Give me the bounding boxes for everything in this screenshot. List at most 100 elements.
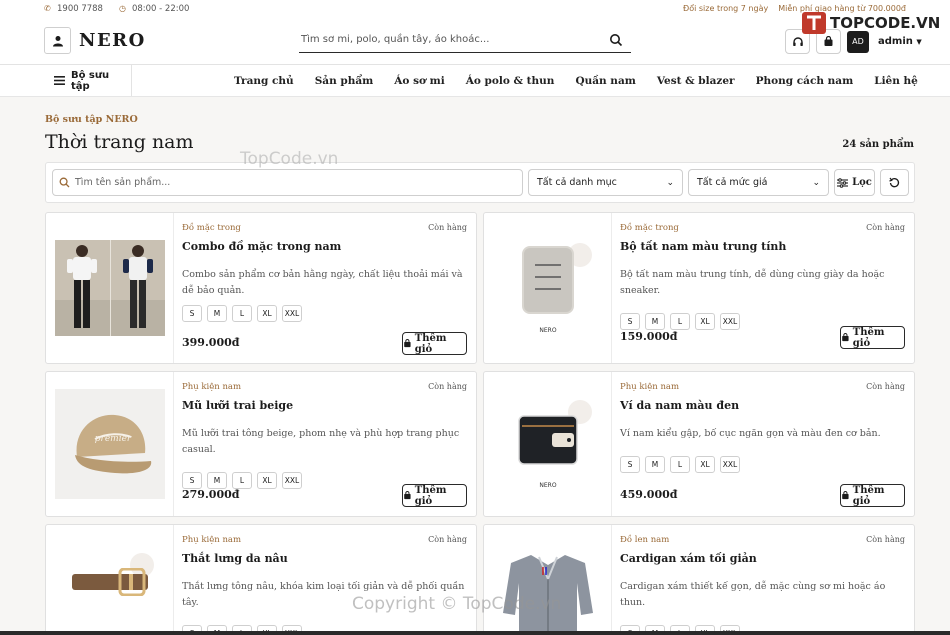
category-select[interactable]: Tất cả danh mục ⌄ xyxy=(528,169,683,196)
product-image[interactable] xyxy=(46,525,174,635)
size-option[interactable]: M xyxy=(207,305,227,322)
avatar[interactable]: AD xyxy=(847,30,869,53)
nav-item-polo[interactable]: Áo polo & thun xyxy=(466,75,555,87)
product-name[interactable]: Thắt lưng da nâu xyxy=(182,552,467,565)
size-option[interactable]: XL xyxy=(257,472,277,489)
product-name[interactable]: Combo đồ mặc trong nam xyxy=(182,240,467,253)
bag-icon xyxy=(404,339,411,348)
product-category: Phụ kiện nam xyxy=(182,535,242,545)
size-option[interactable]: L xyxy=(232,305,252,322)
size-option[interactable]: S xyxy=(182,472,202,489)
sliders-icon xyxy=(837,177,849,188)
product-card[interactable]: NERO Đồ mặc trong Còn hàng Bộ tất nam mà… xyxy=(483,212,915,364)
product-name[interactable]: Cardigan xám tối giản xyxy=(620,552,905,565)
stock-badge: Còn hàng xyxy=(428,535,467,544)
search-icon[interactable] xyxy=(609,33,623,47)
add-to-cart-button[interactable]: Thêm giỏ xyxy=(402,484,467,507)
size-option[interactable]: S xyxy=(620,313,640,330)
product-image-label: NERO xyxy=(539,327,557,334)
breadcrumb[interactable]: Bộ sưu tập NERO xyxy=(45,114,138,125)
search-input[interactable]: Tìm sơ mi, polo, quần tây, áo khoác... xyxy=(299,34,609,45)
size-option[interactable]: XL xyxy=(695,313,715,330)
size-option[interactable]: XXL xyxy=(282,472,302,489)
filter-bar: Tìm tên sản phẩm... Tất cả danh mục ⌄ Tấ… xyxy=(45,162,915,203)
nav-item-vest[interactable]: Vest & blazer xyxy=(657,75,735,87)
phone-info[interactable]: ✆ 1900 7788 xyxy=(44,4,103,14)
filter-button[interactable]: Lọc xyxy=(834,169,875,196)
cardigan-photo-icon xyxy=(492,543,603,635)
price-select[interactable]: Tất cả mức giá ⌄ xyxy=(688,169,829,196)
product-image[interactable]: NERO xyxy=(484,372,612,516)
size-option[interactable]: XXL xyxy=(720,313,740,330)
user-logo-icon xyxy=(44,27,71,54)
size-option[interactable]: XL xyxy=(695,456,715,473)
hours-info: ◷ 08:00 - 22:00 xyxy=(119,4,189,14)
belt-icon xyxy=(71,568,148,596)
product-image[interactable]: NERO xyxy=(484,213,612,363)
product-name[interactable]: Ví da nam màu đen xyxy=(620,399,905,412)
size-option[interactable]: XL xyxy=(257,305,277,322)
nav-item-trousers[interactable]: Quần nam xyxy=(575,75,635,87)
caret-down-icon: ▼ xyxy=(916,38,922,46)
product-category: Phụ kiện nam xyxy=(620,382,680,392)
size-option[interactable]: L xyxy=(670,456,690,473)
collection-menu-button[interactable]: Bộ sưu tập xyxy=(44,65,132,96)
size-option[interactable]: S xyxy=(182,305,202,322)
product-card[interactable]: premier Phụ kiện nam Còn hàng Mũ lưỡi tr… xyxy=(45,371,477,517)
size-option[interactable]: XXL xyxy=(720,456,740,473)
size-option[interactable]: XXL xyxy=(282,305,302,322)
product-card[interactable]: Phụ kiện nam Còn hàng Thắt lưng da nâu T… xyxy=(45,524,477,635)
price-select-value: Tất cả mức giá xyxy=(697,177,768,188)
bag-icon xyxy=(842,333,849,342)
nav-item-shirts[interactable]: Áo sơ mi xyxy=(394,75,444,87)
site-header: NERO Tìm sơ mi, polo, quần tây, áo khoác… xyxy=(0,17,950,65)
size-option[interactable]: L xyxy=(670,313,690,330)
search-icon xyxy=(59,177,70,188)
size-option[interactable]: S xyxy=(620,456,640,473)
product-image[interactable]: premier xyxy=(46,372,174,516)
product-description: Bộ tất nam màu trung tính, dễ dùng cùng … xyxy=(620,269,885,296)
cap-photo-icon: premier xyxy=(54,389,165,499)
product-card[interactable]: Đồ len nam Còn hàng Cardigan xám tối giả… xyxy=(483,524,915,635)
stock-badge: Còn hàng xyxy=(428,223,467,232)
product-count: 24 sản phẩm xyxy=(842,139,914,150)
bag-icon xyxy=(842,491,849,500)
bag-icon xyxy=(404,491,411,500)
add-to-cart-label: Thêm giỏ xyxy=(414,484,447,507)
add-to-cart-button[interactable]: Thêm giỏ xyxy=(402,332,467,355)
nav-item-home[interactable]: Trang chủ xyxy=(234,75,294,87)
wallet-icon xyxy=(517,415,578,465)
category-select-value: Tất cả danh mục xyxy=(537,177,617,188)
username-dropdown[interactable]: admin ▼ xyxy=(878,36,922,47)
add-to-cart-button[interactable]: Thêm giỏ xyxy=(840,484,905,507)
product-name[interactable]: Mũ lưỡi trai beige xyxy=(182,399,467,412)
size-option[interactable]: M xyxy=(207,472,227,489)
page-title: Thời trang nam xyxy=(45,131,194,153)
nav-item-contact[interactable]: Liên hệ xyxy=(874,75,918,87)
size-options: S M L XL XXL xyxy=(620,456,905,473)
cart-button[interactable] xyxy=(816,29,841,54)
stock-badge: Còn hàng xyxy=(866,382,905,391)
product-image[interactable] xyxy=(46,213,174,363)
headset-icon xyxy=(792,36,803,46)
clock-icon: ◷ xyxy=(118,3,126,13)
header-search[interactable]: Tìm sơ mi, polo, quần tây, áo khoác... xyxy=(299,27,631,53)
product-name[interactable]: Bộ tất nam màu trung tính xyxy=(620,240,905,253)
product-category: Đồ len nam xyxy=(620,535,670,545)
nav-item-products[interactable]: Sản phẩm xyxy=(315,75,374,87)
support-button[interactable] xyxy=(785,29,810,54)
nav-item-style[interactable]: Phong cách nam xyxy=(756,75,854,87)
size-option[interactable]: M xyxy=(645,456,665,473)
main-nav: Bộ sưu tập Trang chủ Sản phẩm Áo sơ mi Á… xyxy=(0,65,950,97)
product-image[interactable] xyxy=(484,525,612,635)
size-option[interactable]: L xyxy=(232,472,252,489)
product-description: Combo sản phẩm cơ bản hằng ngày, chất li… xyxy=(182,269,463,296)
product-search-input[interactable]: Tìm tên sản phẩm... xyxy=(52,169,523,196)
product-image-label: NERO xyxy=(539,482,557,489)
add-to-cart-button[interactable]: Thêm giỏ xyxy=(840,326,905,349)
size-option[interactable]: M xyxy=(645,313,665,330)
product-card[interactable]: Đồ mặc trong Còn hàng Combo đồ mặc trong… xyxy=(45,212,477,364)
product-card[interactable]: NERO Phụ kiện nam Còn hàng Ví da nam màu… xyxy=(483,371,915,517)
brand-logo[interactable]: NERO xyxy=(44,27,146,54)
reset-button[interactable] xyxy=(880,169,909,196)
